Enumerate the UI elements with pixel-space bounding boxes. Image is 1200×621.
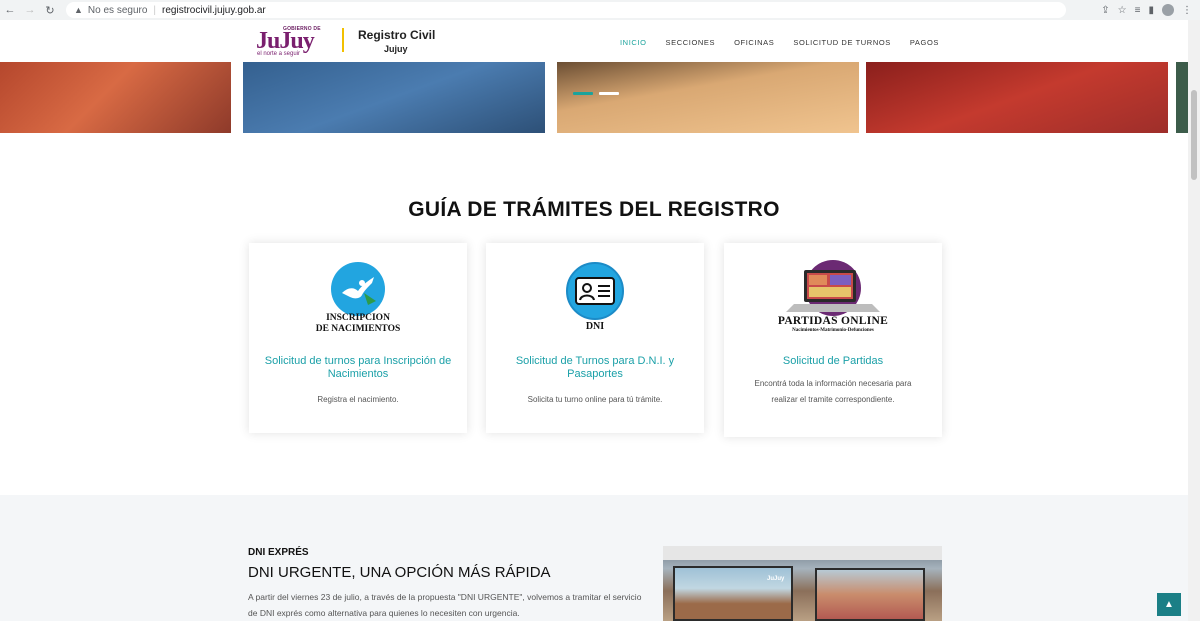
carousel-slide-image bbox=[557, 62, 859, 133]
laptop-icon bbox=[780, 260, 886, 318]
carousel-slide-image bbox=[0, 62, 231, 133]
news-photo: JuJuy bbox=[663, 546, 942, 621]
card-inscripcion-nacimientos[interactable]: INSCRIPCION DE NACIMIENTOS Solicitud de … bbox=[249, 243, 467, 433]
address-bar[interactable]: ▲ No es seguro | registrocivil.jujuy.gob… bbox=[66, 2, 1066, 18]
carousel-slide-image bbox=[1176, 62, 1188, 133]
news-headline[interactable]: DNI URGENTE, UNA OPCIÓN MÁS RÁPIDA bbox=[248, 564, 551, 581]
photo-window bbox=[673, 566, 793, 621]
card-title[interactable]: Solicitud de turnos para Inscripción de … bbox=[249, 355, 467, 381]
chevron-up-icon: ▲ bbox=[1164, 599, 1174, 610]
carousel-dot-active[interactable] bbox=[573, 92, 593, 95]
carousel-slide-image bbox=[866, 62, 1168, 133]
news-section: DNI EXPRÉS DNI URGENTE, UNA OPCIÓN MÁS R… bbox=[0, 495, 1188, 621]
bookmark-star-icon[interactable]: ☆ bbox=[1118, 5, 1127, 16]
main-nav: INICIO SECCIONES OFICINAS SOLICITUD DE T… bbox=[620, 38, 939, 47]
site-header: GOBIERNO DE JuJuy el norte a seguir Regi… bbox=[0, 20, 1188, 62]
menu-dots-icon[interactable]: ⋮ bbox=[1182, 5, 1192, 16]
forward-arrow-icon[interactable]: → bbox=[20, 4, 40, 16]
news-kicker: DNI EXPRÉS bbox=[248, 547, 309, 558]
news-body: A partir del viernes 23 de julio, a trav… bbox=[248, 592, 642, 618]
carousel-dot[interactable] bbox=[599, 92, 619, 95]
back-arrow-icon[interactable]: ← bbox=[0, 4, 20, 16]
url-text[interactable]: registrocivil.jujuy.gob.ar bbox=[162, 5, 266, 16]
id-card-icon bbox=[566, 262, 624, 320]
browser-actions: ⇪ ☆ ≡ ▮ ⋮ bbox=[1101, 4, 1200, 16]
card-description: Solicita tu turno online para tú trámite… bbox=[527, 395, 663, 404]
logo-divider bbox=[342, 28, 344, 52]
browser-toolbar: ← → ↻ ▲ No es seguro | registrocivil.juj… bbox=[0, 0, 1200, 20]
card-description: Registra el nacimiento. bbox=[317, 395, 399, 404]
brand-title[interactable]: Registro Civil bbox=[358, 28, 435, 42]
security-label[interactable]: No es seguro bbox=[88, 5, 147, 16]
card-title[interactable]: Solicitud de Turnos para D.N.I. y Pasapo… bbox=[486, 355, 704, 381]
address-separator: | bbox=[153, 4, 157, 16]
nav-item-secciones[interactable]: SECCIONES bbox=[666, 38, 716, 47]
brand-subtitle[interactable]: Jujuy bbox=[384, 44, 408, 54]
card-description: Encontrá toda la información necesaria p… bbox=[754, 379, 912, 404]
nav-item-oficinas[interactable]: OFICINAS bbox=[734, 38, 774, 47]
photo-window bbox=[815, 568, 925, 621]
card-title[interactable]: Solicitud de Partidas bbox=[724, 355, 942, 368]
reload-icon[interactable]: ↻ bbox=[40, 4, 60, 17]
nav-item-pagos[interactable]: PAGOS bbox=[910, 38, 939, 47]
profile-avatar-icon[interactable] bbox=[1162, 4, 1174, 16]
carousel-indicators bbox=[573, 92, 619, 95]
section-title: GUÍA DE TRÁMITES DEL REGISTRO bbox=[408, 198, 780, 221]
card-icon-area: INSCRIPCION DE NACIMIENTOS bbox=[249, 243, 467, 343]
share-icon[interactable]: ⇪ bbox=[1101, 5, 1109, 16]
warning-icon[interactable]: ▲ bbox=[74, 5, 83, 15]
icon-label-line2: DE NACIMIENTOS bbox=[315, 324, 401, 334]
card-partidas[interactable]: PARTIDAS ONLINE Nacimientos-Matrimonio-D… bbox=[724, 243, 942, 437]
card-icon-area: DNI bbox=[486, 243, 704, 343]
scroll-to-top-button[interactable]: ▲ bbox=[1157, 593, 1181, 616]
icon-label-line1: INSCRIPCION bbox=[326, 313, 390, 323]
reading-list-icon[interactable]: ≡ bbox=[1135, 5, 1141, 16]
nav-item-inicio[interactable]: INICIO bbox=[620, 38, 647, 47]
card-icon-area: PARTIDAS ONLINE Nacimientos-Matrimonio-D… bbox=[724, 243, 942, 343]
photo-sign-text: JuJuy bbox=[767, 576, 785, 582]
hero-carousel bbox=[0, 62, 1188, 133]
nav-item-solicitud-de-turnos[interactable]: SOLICITUD DE TURNOS bbox=[793, 38, 891, 47]
page-scrollbar[interactable] bbox=[1188, 20, 1200, 621]
scrollbar-thumb[interactable] bbox=[1191, 90, 1197, 180]
carousel-slide-image bbox=[243, 62, 545, 133]
icon-label-line1: DNI bbox=[585, 321, 605, 332]
icon-label-line1: PARTIDAS ONLINE bbox=[777, 315, 889, 327]
card-dni-pasaportes[interactable]: DNI Solicitud de Turnos para D.N.I. y Pa… bbox=[486, 243, 704, 433]
side-panel-icon[interactable]: ▮ bbox=[1148, 5, 1154, 16]
icon-label-line2: Nacimientos-Matrimonio-Defunciones bbox=[792, 328, 874, 333]
gobierno-jujuy-logo[interactable]: GOBIERNO DE JuJuy el norte a seguir bbox=[256, 24, 326, 60]
logo-tagline: el norte a seguir bbox=[257, 51, 301, 57]
stork-icon bbox=[331, 262, 385, 316]
photo-ceiling bbox=[663, 546, 942, 560]
